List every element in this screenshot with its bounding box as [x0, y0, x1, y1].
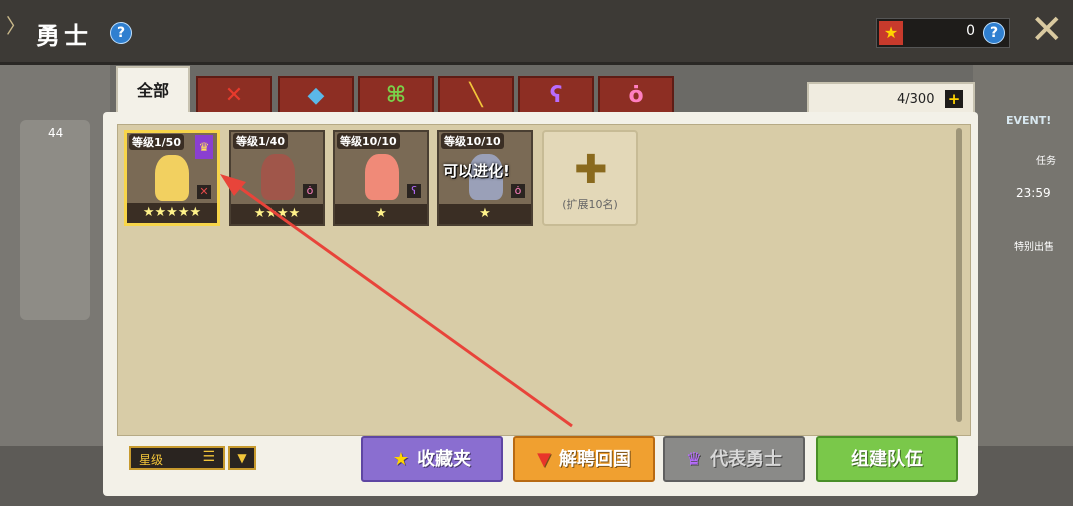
background-level-badge: 44 — [48, 126, 64, 140]
scrollbar[interactable] — [956, 128, 962, 422]
star-currency-icon: ★ — [879, 21, 903, 45]
roster-count-box: 4/300 + — [807, 82, 975, 116]
chevron-icon: 〉 — [6, 14, 26, 38]
hero-level: 等级1/40 — [233, 133, 288, 149]
hero-portrait — [155, 155, 189, 201]
currency-value: 0 — [966, 23, 975, 39]
background-special-sale: 特别出售 — [1014, 242, 1054, 253]
tab-wand[interactable]: ʕ — [518, 76, 594, 114]
hero-card[interactable]: 等级1/40 ȯ ★★★★ — [229, 130, 325, 226]
hero-stars: ★★★★ — [231, 204, 323, 224]
build-team-label: 组建队伍 — [851, 449, 923, 470]
currency-display: ★ 0 ? — [876, 18, 1010, 48]
hero-portrait — [261, 154, 295, 200]
sword-class-icon: ✕ — [197, 185, 211, 199]
tab-amulet[interactable]: ȯ — [598, 76, 674, 114]
hero-card[interactable]: 等级10/10 可以进化! ȯ ★ — [437, 130, 533, 226]
wand-class-icon: ʕ — [407, 184, 421, 198]
close-button[interactable]: ✕ — [1030, 10, 1064, 50]
expand-roster-button[interactable]: + — [945, 90, 963, 108]
roster-count: 4/300 — [897, 92, 935, 107]
favorites-button[interactable]: ★ 收藏夹 — [361, 436, 503, 482]
expand-label: (扩展10名) — [562, 198, 618, 211]
hero-card[interactable]: 等级10/10 ʕ ★ — [333, 130, 429, 226]
hero-level: 等级1/50 — [129, 134, 184, 150]
tab-all[interactable]: 全部 — [116, 66, 190, 116]
dismiss-button[interactable]: ▼ 解聘回国 — [513, 436, 655, 482]
star-icon: ★ — [392, 449, 410, 470]
representative-flag-icon: ♛ — [195, 135, 213, 159]
sort-label: 星级 — [139, 453, 164, 467]
amulet-icon: ȯ — [628, 83, 644, 108]
hero-stars: ★ — [439, 204, 531, 224]
page-title: 勇士 — [36, 22, 92, 50]
sword-icon: ✕ — [224, 83, 244, 108]
representative-button[interactable]: ♛ 代表勇士 — [663, 436, 805, 482]
top-bar: 〉 勇士 ? ★ 0 ? ✕ — [0, 0, 1073, 65]
background-timer: 23:59 — [1016, 186, 1051, 200]
tab-bow[interactable]: ⌘ — [358, 76, 434, 114]
background-event-label: EVENT! — [1006, 114, 1052, 127]
currency-help-icon[interactable]: ? — [983, 22, 1005, 44]
hero-portrait — [365, 154, 399, 200]
bow-icon: ⌘ — [385, 83, 407, 108]
hero-stars: ★ — [335, 204, 427, 224]
amulet-class-icon: ȯ — [303, 184, 317, 198]
representative-label: 代表勇士 — [710, 449, 783, 470]
expand-roster-slot[interactable]: ✚ (扩展10名) — [542, 130, 638, 226]
hero-level: 等级10/10 — [441, 133, 504, 149]
background-task-label: 任务 — [1036, 156, 1056, 167]
sort-dropdown-button[interactable]: ▼ — [228, 446, 256, 470]
axe-icon: ◆ — [307, 83, 325, 108]
dismiss-label: 解聘回国 — [558, 449, 631, 470]
evolve-label: 可以进化! — [443, 162, 510, 180]
tab-sword[interactable]: ✕ — [196, 76, 272, 114]
favorites-label: 收藏夹 — [417, 449, 472, 470]
banner-icon: ♛ — [685, 449, 703, 470]
tab-staff[interactable]: ╲ — [438, 76, 514, 114]
build-team-button[interactable]: 组建队伍 — [816, 436, 958, 482]
hero-stars: ★★★★★ — [127, 203, 217, 223]
tab-axe[interactable]: ◆ — [278, 76, 354, 114]
help-icon[interactable]: ? — [110, 22, 132, 44]
hero-level: 等级10/10 — [337, 133, 400, 149]
hero-card[interactable]: 等级1/50 ♛ ✕ ★★★★★ — [124, 130, 220, 226]
amulet-class-icon: ȯ — [511, 184, 525, 198]
sort-selector[interactable]: 星级 ☰ — [129, 446, 225, 470]
list-icon: ☰ — [202, 449, 215, 465]
background-building — [20, 120, 90, 320]
wand-icon: ʕ — [549, 83, 563, 108]
dismiss-icon: ▼ — [537, 449, 551, 470]
plus-icon: ✚ — [574, 147, 608, 193]
staff-icon: ╲ — [469, 83, 483, 108]
